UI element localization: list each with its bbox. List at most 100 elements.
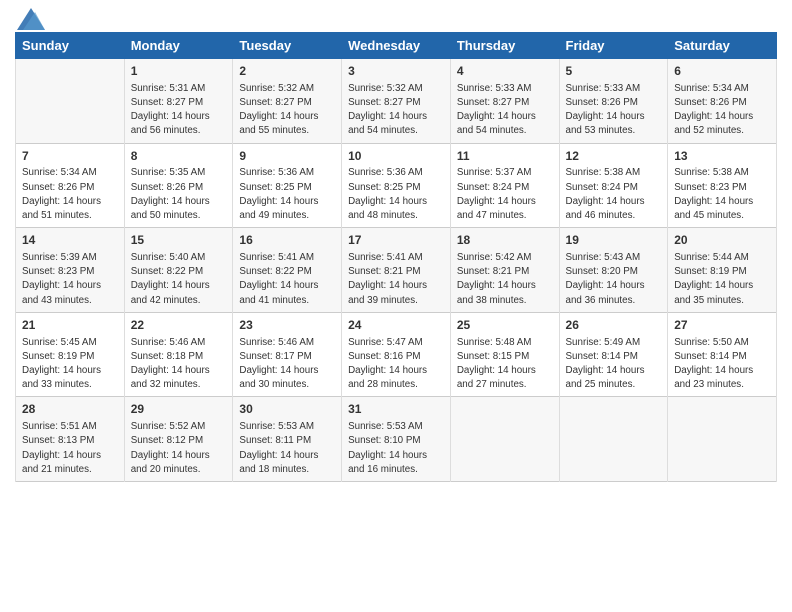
day-number: 23 — [239, 317, 335, 334]
day-info: Sunrise: 5:53 AM Sunset: 8:10 PM Dayligh… — [348, 421, 427, 475]
day-number: 5 — [566, 63, 662, 80]
day-cell: 25 Sunrise: 5:48 AM Sunset: 8:15 PM Dayli… — [450, 312, 559, 397]
day-info: Sunrise: 5:44 AM Sunset: 8:19 PM Dayligh… — [674, 252, 753, 306]
day-info: Sunrise: 5:37 AM Sunset: 8:24 PM Dayligh… — [457, 167, 536, 221]
day-info: Sunrise: 5:35 AM Sunset: 8:26 PM Dayligh… — [131, 167, 210, 221]
day-info: Sunrise: 5:38 AM Sunset: 8:24 PM Dayligh… — [566, 167, 645, 221]
day-number: 21 — [22, 317, 118, 334]
day-info: Sunrise: 5:33 AM Sunset: 8:27 PM Dayligh… — [457, 83, 536, 137]
day-number: 14 — [22, 232, 118, 249]
day-info: Sunrise: 5:38 AM Sunset: 8:23 PM Dayligh… — [674, 167, 753, 221]
day-number: 9 — [239, 148, 335, 165]
day-info: Sunrise: 5:41 AM Sunset: 8:22 PM Dayligh… — [239, 252, 318, 306]
page-container: SundayMondayTuesdayWednesdayThursdayFrid… — [0, 0, 792, 492]
day-number: 31 — [348, 401, 444, 418]
day-cell — [450, 397, 559, 482]
day-cell: 5 Sunrise: 5:33 AM Sunset: 8:26 PM Daylig… — [559, 59, 668, 144]
day-cell: 10 Sunrise: 5:36 AM Sunset: 8:25 PM Dayli… — [342, 143, 451, 228]
header-cell-friday: Friday — [559, 33, 668, 59]
day-info: Sunrise: 5:49 AM Sunset: 8:14 PM Dayligh… — [566, 337, 645, 391]
day-cell: 8 Sunrise: 5:35 AM Sunset: 8:26 PM Daylig… — [124, 143, 233, 228]
day-number: 28 — [22, 401, 118, 418]
week-row-3: 21 Sunrise: 5:45 AM Sunset: 8:19 PM Dayli… — [16, 312, 777, 397]
day-info: Sunrise: 5:51 AM Sunset: 8:13 PM Dayligh… — [22, 421, 101, 475]
day-info: Sunrise: 5:47 AM Sunset: 8:16 PM Dayligh… — [348, 337, 427, 391]
day-cell: 18 Sunrise: 5:42 AM Sunset: 8:21 PM Dayli… — [450, 228, 559, 313]
day-number: 4 — [457, 63, 553, 80]
day-number: 20 — [674, 232, 770, 249]
day-cell: 7 Sunrise: 5:34 AM Sunset: 8:26 PM Daylig… — [16, 143, 125, 228]
day-number: 2 — [239, 63, 335, 80]
week-row-2: 14 Sunrise: 5:39 AM Sunset: 8:23 PM Dayli… — [16, 228, 777, 313]
day-number: 26 — [566, 317, 662, 334]
day-cell: 15 Sunrise: 5:40 AM Sunset: 8:22 PM Dayli… — [124, 228, 233, 313]
header-cell-tuesday: Tuesday — [233, 33, 342, 59]
day-info: Sunrise: 5:34 AM Sunset: 8:26 PM Dayligh… — [22, 167, 101, 221]
day-number: 15 — [131, 232, 227, 249]
day-info: Sunrise: 5:53 AM Sunset: 8:11 PM Dayligh… — [239, 421, 318, 475]
day-cell: 30Sunrise: 5:53 AM Sunset: 8:11 PM Dayli… — [233, 397, 342, 482]
day-number: 19 — [566, 232, 662, 249]
day-number: 12 — [566, 148, 662, 165]
logo — [15, 10, 45, 26]
day-number: 8 — [131, 148, 227, 165]
week-row-4: 28 Sunrise: 5:51 AM Sunset: 8:13 PM Dayli… — [16, 397, 777, 482]
day-number: 1 — [131, 63, 227, 80]
day-cell: 2Sunrise: 5:32 AM Sunset: 8:27 PM Daylig… — [233, 59, 342, 144]
day-info: Sunrise: 5:39 AM Sunset: 8:23 PM Dayligh… — [22, 252, 101, 306]
day-info: Sunrise: 5:46 AM Sunset: 8:18 PM Dayligh… — [131, 337, 210, 391]
header-cell-saturday: Saturday — [668, 33, 777, 59]
day-cell — [668, 397, 777, 482]
day-info: Sunrise: 5:50 AM Sunset: 8:14 PM Dayligh… — [674, 337, 753, 391]
day-cell: 31 Sunrise: 5:53 AM Sunset: 8:10 PM Dayli… — [342, 397, 451, 482]
day-cell: 1 Sunrise: 5:31 AM Sunset: 8:27 PM Daylig… — [124, 59, 233, 144]
day-info: Sunrise: 5:33 AM Sunset: 8:26 PM Dayligh… — [566, 83, 645, 137]
day-number: 25 — [457, 317, 553, 334]
calendar-table: SundayMondayTuesdayWednesdayThursdayFrid… — [15, 32, 777, 482]
day-info: Sunrise: 5:41 AM Sunset: 8:21 PM Dayligh… — [348, 252, 427, 306]
day-number: 22 — [131, 317, 227, 334]
day-info: Sunrise: 5:43 AM Sunset: 8:20 PM Dayligh… — [566, 252, 645, 306]
day-number: 3 — [348, 63, 444, 80]
day-cell: 27Sunrise: 5:50 AM Sunset: 8:14 PM Dayli… — [668, 312, 777, 397]
day-cell: 24 Sunrise: 5:47 AM Sunset: 8:16 PM Dayli… — [342, 312, 451, 397]
day-cell: 23 Sunrise: 5:46 AM Sunset: 8:17 PM Dayli… — [233, 312, 342, 397]
day-number: 13 — [674, 148, 770, 165]
header-cell-wednesday: Wednesday — [342, 33, 451, 59]
day-number: 18 — [457, 232, 553, 249]
day-number: 7 — [22, 148, 118, 165]
day-cell: 3 Sunrise: 5:32 AM Sunset: 8:27 PM Daylig… — [342, 59, 451, 144]
day-cell: 12 Sunrise: 5:38 AM Sunset: 8:24 PM Dayli… — [559, 143, 668, 228]
day-info: Sunrise: 5:42 AM Sunset: 8:21 PM Dayligh… — [457, 252, 536, 306]
day-info: Sunrise: 5:31 AM Sunset: 8:27 PM Dayligh… — [131, 83, 210, 137]
day-number: 24 — [348, 317, 444, 334]
day-number: 10 — [348, 148, 444, 165]
day-cell: 14 Sunrise: 5:39 AM Sunset: 8:23 PM Dayli… — [16, 228, 125, 313]
day-info: Sunrise: 5:45 AM Sunset: 8:19 PM Dayligh… — [22, 337, 101, 391]
day-number: 17 — [348, 232, 444, 249]
day-number: 11 — [457, 148, 553, 165]
day-cell: 9 Sunrise: 5:36 AM Sunset: 8:25 PM Daylig… — [233, 143, 342, 228]
day-cell — [16, 59, 125, 144]
day-cell: 13 Sunrise: 5:38 AM Sunset: 8:23 PM Dayli… — [668, 143, 777, 228]
day-info: Sunrise: 5:32 AM Sunset: 8:27 PM Dayligh… — [348, 83, 427, 137]
day-info: Sunrise: 5:36 AM Sunset: 8:25 PM Dayligh… — [239, 167, 318, 221]
day-number: 6 — [674, 63, 770, 80]
day-info: Sunrise: 5:48 AM Sunset: 8:15 PM Dayligh… — [457, 337, 536, 391]
day-info: Sunrise: 5:40 AM Sunset: 8:22 PM Dayligh… — [131, 252, 210, 306]
day-cell — [559, 397, 668, 482]
week-row-1: 7 Sunrise: 5:34 AM Sunset: 8:26 PM Daylig… — [16, 143, 777, 228]
day-cell: 22 Sunrise: 5:46 AM Sunset: 8:18 PM Dayli… — [124, 312, 233, 397]
day-cell: 11 Sunrise: 5:37 AM Sunset: 8:24 PM Dayli… — [450, 143, 559, 228]
day-cell: 19 Sunrise: 5:43 AM Sunset: 8:20 PM Dayli… — [559, 228, 668, 313]
day-cell: 26 Sunrise: 5:49 AM Sunset: 8:14 PM Dayli… — [559, 312, 668, 397]
day-info: Sunrise: 5:46 AM Sunset: 8:17 PM Dayligh… — [239, 337, 318, 391]
header — [15, 10, 777, 26]
day-info: Sunrise: 5:36 AM Sunset: 8:25 PM Dayligh… — [348, 167, 427, 221]
day-cell: 16 Sunrise: 5:41 AM Sunset: 8:22 PM Dayli… — [233, 228, 342, 313]
day-cell: 20 Sunrise: 5:44 AM Sunset: 8:19 PM Dayli… — [668, 228, 777, 313]
day-info: Sunrise: 5:34 AM Sunset: 8:26 PM Dayligh… — [674, 83, 753, 137]
day-number: 16 — [239, 232, 335, 249]
day-cell: 21 Sunrise: 5:45 AM Sunset: 8:19 PM Dayli… — [16, 312, 125, 397]
header-cell-thursday: Thursday — [450, 33, 559, 59]
